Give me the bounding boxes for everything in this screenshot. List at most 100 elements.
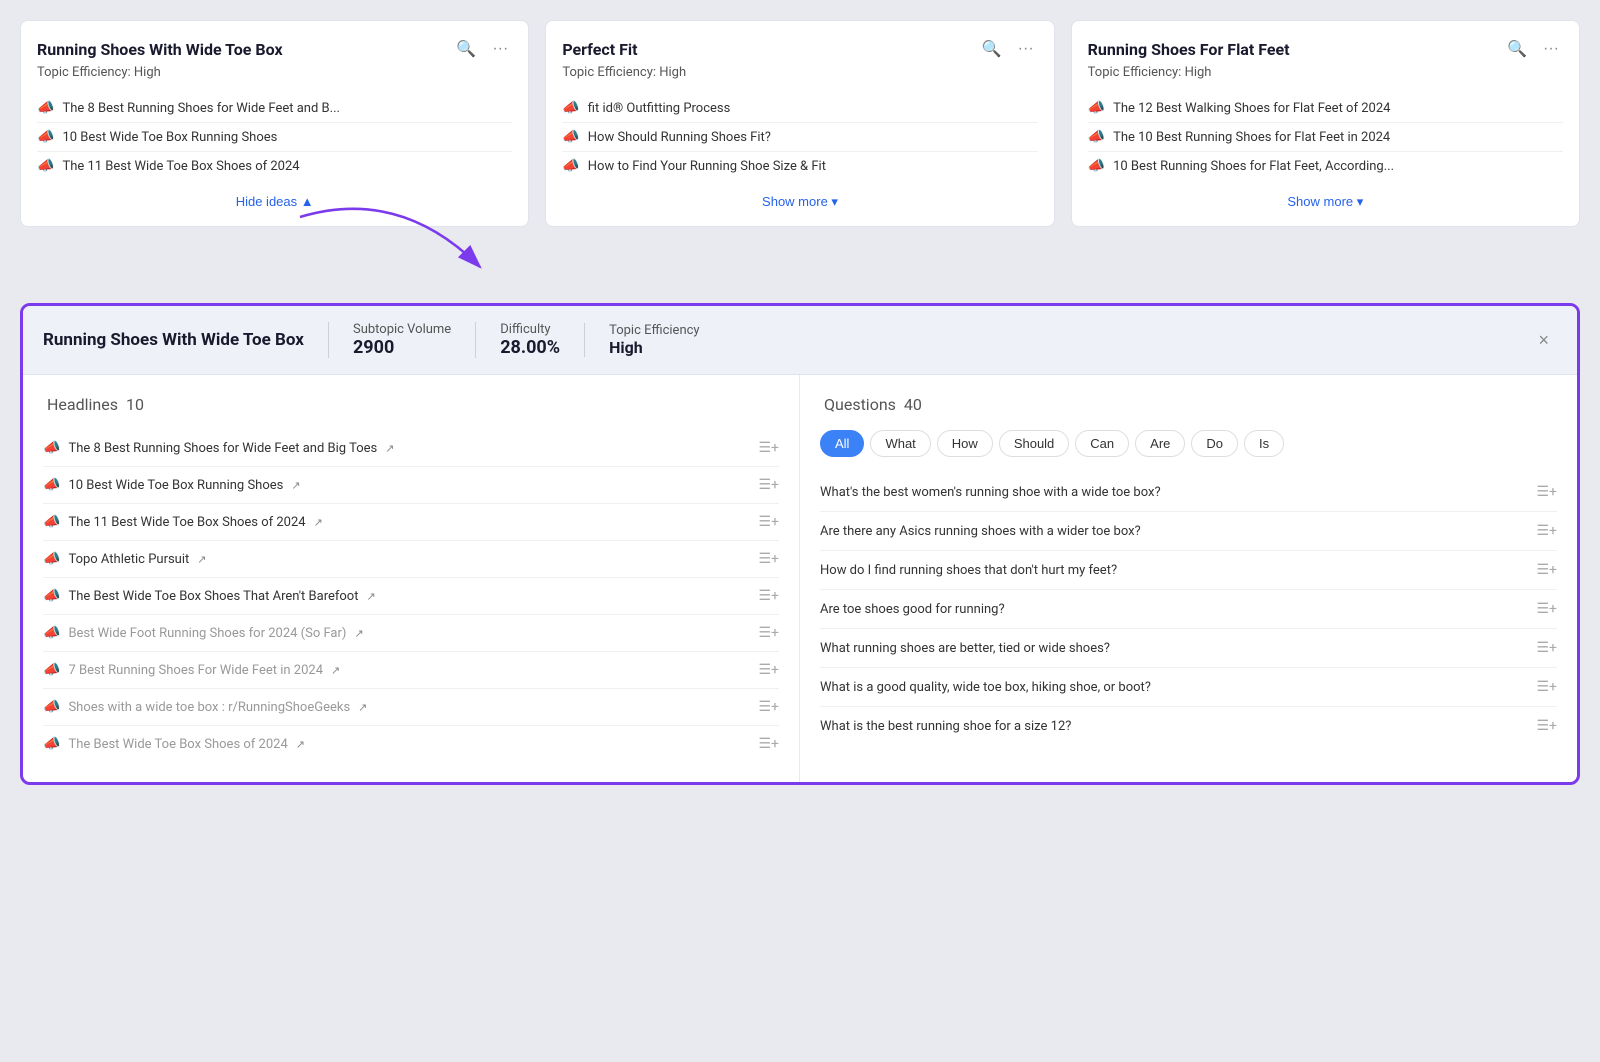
list-item: 📣 The 11 Best Wide Toe Box Shoes of 2024	[37, 152, 512, 180]
headline-left: 📣 7 Best Running Shoes For Wide Feet in …	[43, 662, 759, 678]
megaphone-icon: 📣	[562, 129, 579, 145]
headline-left: 📣 Best Wide Foot Running Shoes for 2024 …	[43, 625, 759, 641]
filter-is-button[interactable]: Is	[1244, 430, 1284, 457]
external-link-icon[interactable]: ↗	[296, 738, 305, 751]
add-to-list-icon[interactable]: ☰+	[759, 514, 780, 530]
difficulty-label: Difficulty	[500, 322, 560, 337]
card-item-text: The 11 Best Wide Toe Box Shoes of 2024	[62, 159, 299, 174]
top-cards-row: Running Shoes With Wide Toe Box 🔍 ··· To…	[20, 20, 1580, 227]
card-1-icons: 🔍 ···	[452, 37, 512, 61]
list-item: 📣 The 8 Best Running Shoes for Wide Feet…	[37, 94, 512, 123]
external-link-icon[interactable]: ↗	[385, 442, 394, 455]
add-to-list-icon[interactable]: ☰+	[1537, 640, 1558, 656]
questions-count: 40	[904, 395, 922, 414]
external-link-icon[interactable]: ↗	[354, 627, 363, 640]
megaphone-blue-icon: 📣	[43, 588, 60, 604]
card-3-efficiency: Topic Efficiency: High	[1088, 65, 1563, 80]
megaphone-gray-icon: 📣	[43, 699, 60, 715]
question-item: What's the best women's running shoe wit…	[820, 473, 1557, 512]
card-item-text: How to Find Your Running Shoe Size & Fit	[588, 159, 826, 174]
card-item-text: 10 Best Wide Toe Box Running Shoes	[62, 130, 277, 145]
megaphone-icon: 📣	[1088, 158, 1105, 174]
difficulty-stat: Difficulty 28.00%	[475, 322, 584, 358]
question-text: Are there any Asics running shoes with a…	[820, 524, 1537, 539]
card-item-text: How Should Running Shoes Fit?	[588, 130, 771, 145]
questions-heading: Questions 40	[820, 395, 1557, 414]
card-2-more-button[interactable]: ···	[1014, 38, 1038, 60]
filter-are-button[interactable]: Are	[1135, 430, 1185, 457]
card-3-title-row: Running Shoes For Flat Feet 🔍 ···	[1088, 37, 1563, 61]
megaphone-blue-icon: 📣	[43, 514, 60, 530]
subtopic-volume-label: Subtopic Volume	[353, 322, 451, 337]
external-link-icon[interactable]: ↗	[358, 701, 367, 714]
card-2-search-button[interactable]: 🔍	[978, 37, 1006, 61]
headline-left: 📣 Topo Athletic Pursuit ↗	[43, 551, 759, 567]
external-link-icon[interactable]: ↗	[314, 516, 323, 529]
add-to-list-icon[interactable]: ☰+	[759, 699, 780, 715]
questions-list: What's the best women's running shoe wit…	[820, 473, 1557, 745]
add-to-list-icon[interactable]: ☰+	[759, 625, 780, 641]
list-item: 📣 fit id® Outfitting Process	[562, 94, 1037, 123]
card-1-more-button[interactable]: ···	[488, 38, 512, 60]
card-2-efficiency: Topic Efficiency: High	[562, 65, 1037, 80]
megaphone-icon: 📣	[37, 129, 54, 145]
question-item: What running shoes are better, tied or w…	[820, 629, 1557, 668]
hide-ideas-button[interactable]: Hide ideas ▲	[236, 194, 314, 209]
card-1-title: Running Shoes With Wide Toe Box	[37, 40, 452, 59]
external-link-icon[interactable]: ↗	[366, 590, 375, 603]
subtopic-volume-stat: Subtopic Volume 2900	[328, 322, 475, 358]
filter-can-button[interactable]: Can	[1075, 430, 1129, 457]
card-item-text: fit id® Outfitting Process	[588, 101, 731, 116]
megaphone-icon: 📣	[562, 158, 579, 174]
arrow-decoration	[20, 227, 1580, 287]
filter-do-button[interactable]: Do	[1191, 430, 1238, 457]
add-to-list-icon[interactable]: ☰+	[759, 662, 780, 678]
add-to-list-icon[interactable]: ☰+	[1537, 601, 1558, 617]
headlines-heading: Headlines 10	[43, 395, 779, 414]
detail-close-button[interactable]: ×	[1530, 326, 1557, 355]
add-to-list-icon[interactable]: ☰+	[1537, 484, 1558, 500]
list-item: 📣 The 12 Best Walking Shoes for Flat Fee…	[1088, 94, 1563, 123]
card-3-search-button[interactable]: 🔍	[1503, 37, 1531, 61]
headline-text: The Best Wide Toe Box Shoes of 2024	[68, 737, 287, 752]
card-3-more-button[interactable]: ···	[1539, 38, 1563, 60]
external-link-icon[interactable]: ↗	[197, 553, 206, 566]
filter-how-button[interactable]: How	[937, 430, 993, 457]
show-more-button[interactable]: Show more ▾	[1287, 194, 1363, 210]
megaphone-icon: 📣	[37, 100, 54, 116]
add-to-list-icon[interactable]: ☰+	[1537, 679, 1558, 695]
card-running-shoes-wide-toe: Running Shoes With Wide Toe Box 🔍 ··· To…	[20, 20, 529, 227]
card-2-footer: Show more ▾	[562, 194, 1037, 210]
add-to-list-icon[interactable]: ☰+	[1537, 562, 1558, 578]
add-to-list-icon[interactable]: ☰+	[759, 551, 780, 567]
card-3-icons: 🔍 ···	[1503, 37, 1563, 61]
list-item: 📣 The 10 Best Running Shoes for Flat Fee…	[1088, 123, 1563, 152]
add-to-list-icon[interactable]: ☰+	[759, 440, 780, 456]
card-1-title-row: Running Shoes With Wide Toe Box 🔍 ···	[37, 37, 512, 61]
add-to-list-icon[interactable]: ☰+	[1537, 523, 1558, 539]
external-link-icon[interactable]: ↗	[291, 479, 300, 492]
card-item-text: The 10 Best Running Shoes for Flat Feet …	[1113, 130, 1390, 145]
headline-item: 📣 The Best Wide Toe Box Shoes of 2024 ↗ …	[43, 726, 779, 762]
add-to-list-icon[interactable]: ☰+	[759, 588, 780, 604]
card-item-text: The 8 Best Running Shoes for Wide Feet a…	[62, 101, 339, 116]
filter-should-button[interactable]: Should	[999, 430, 1069, 457]
megaphone-icon: 📣	[1088, 100, 1105, 116]
add-to-list-icon[interactable]: ☰+	[759, 736, 780, 752]
headline-text: Topo Athletic Pursuit	[68, 552, 189, 567]
external-link-icon[interactable]: ↗	[331, 664, 340, 677]
topic-efficiency-value: High	[609, 338, 700, 357]
show-more-button[interactable]: Show more ▾	[762, 194, 838, 210]
headline-text: The 11 Best Wide Toe Box Shoes of 2024	[68, 515, 305, 530]
megaphone-icon: 📣	[1088, 129, 1105, 145]
card-2-items: 📣 fit id® Outfitting Process 📣 How Shoul…	[562, 94, 1037, 180]
filter-all-button[interactable]: All	[820, 430, 864, 457]
topic-efficiency-stat: Topic Efficiency High	[584, 323, 724, 357]
headlines-section: Headlines 10 📣 The 8 Best Running Shoes …	[23, 375, 800, 782]
add-to-list-icon[interactable]: ☰+	[759, 477, 780, 493]
card-1-search-button[interactable]: 🔍	[452, 37, 480, 61]
filter-what-button[interactable]: What	[870, 430, 930, 457]
question-text: What is the best running shoe for a size…	[820, 719, 1537, 734]
add-to-list-icon[interactable]: ☰+	[1537, 718, 1558, 734]
question-text: What running shoes are better, tied or w…	[820, 641, 1537, 656]
